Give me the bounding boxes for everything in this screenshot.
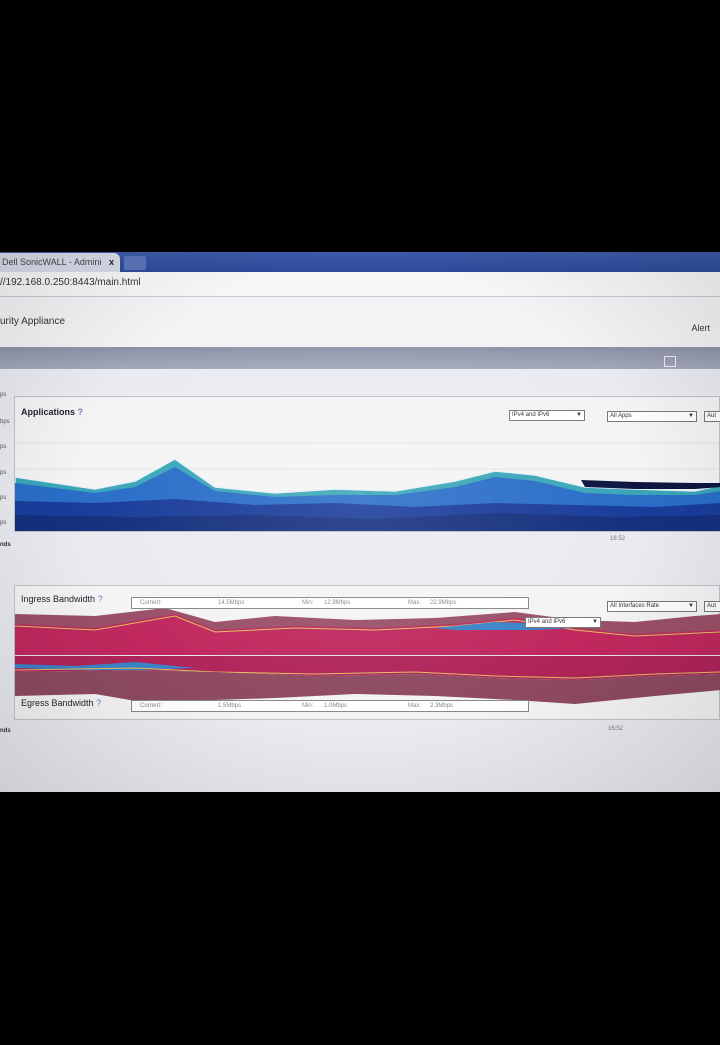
- auto-select[interactable]: Aut: [704, 601, 720, 612]
- time-unit-label: nds: [0, 728, 11, 734]
- bandwidth-panel: Ingress Bandwidth ? Current: 14.5Mbps Mi…: [14, 585, 720, 720]
- interface-select[interactable]: All Interfaces Rate ▼: [607, 601, 697, 612]
- popout-icon[interactable]: [664, 356, 676, 367]
- max-value: 2.3Mbps: [430, 703, 454, 709]
- apps-series-black: [581, 480, 720, 489]
- y-axis-label: bps: [0, 419, 10, 425]
- help-icon[interactable]: ?: [98, 594, 103, 604]
- y-axis-label: ps: [0, 520, 7, 526]
- current-value: 1.5Mbps: [218, 703, 242, 709]
- auto-select[interactable]: Aut: [704, 411, 720, 422]
- ip-version-select[interactable]: IPv4 and IPv6 ▼: [509, 410, 585, 421]
- y-axis-label: ps: [0, 444, 7, 450]
- help-icon[interactable]: ?: [96, 698, 101, 708]
- close-icon[interactable]: x: [109, 253, 114, 272]
- new-tab-button[interactable]: [124, 256, 146, 270]
- current-value: 14.5Mbps: [218, 600, 245, 606]
- egress-title: Egress Bandwidth ?: [21, 698, 102, 708]
- browser-tab-title: Dell SonicWALL - Admini: [2, 257, 102, 267]
- chevron-down-icon: ▼: [688, 603, 694, 609]
- browser-tab-bar: Dell SonicWALL - Admini x: [0, 252, 720, 272]
- max-value: 22.9Mbps: [430, 600, 457, 606]
- app-header: urity Appliance Alert: [0, 297, 720, 347]
- nav-bar: [0, 347, 720, 369]
- min-value: 12.9Mbps: [324, 600, 351, 606]
- url-text: //192.168.0.250:8443/main.html: [0, 277, 141, 288]
- applications-title: Applications ?: [21, 407, 84, 417]
- monitor-screen: Dell SonicWALL - Admini x //192.168.0.25…: [0, 252, 720, 792]
- y-axis-label: ps: [0, 470, 7, 476]
- ip-version-select[interactable]: IPv4 and IPv6 ▼: [525, 617, 601, 628]
- y-axis-label: ps: [0, 495, 7, 501]
- applications-area-chart: [15, 442, 720, 531]
- min-label: Min:: [302, 703, 314, 709]
- y-axis-label: ps: [0, 392, 7, 398]
- applications-panel: Applications ? IPv4 and IPv6 ▼ All Apps ▼ …: [14, 396, 720, 532]
- chevron-down-icon: ▼: [592, 619, 598, 625]
- apps-select[interactable]: All Apps ▼: [607, 411, 697, 422]
- min-label: Min:: [302, 600, 314, 606]
- x-axis-tick: 16:52: [610, 536, 626, 542]
- chevron-down-icon: ▼: [688, 413, 694, 419]
- help-icon[interactable]: ?: [78, 407, 84, 417]
- egress-stats-bar: Current: 1.5Mbps Min: 1.0Mbps Max: 2.3Mb…: [131, 700, 529, 712]
- min-value: 1.0Mbps: [324, 703, 348, 709]
- current-label: Current:: [140, 600, 162, 606]
- ingress-title: Ingress Bandwidth ?: [21, 594, 103, 604]
- chevron-down-icon: ▼: [576, 412, 582, 418]
- address-bar[interactable]: //192.168.0.250:8443/main.html: [0, 272, 720, 297]
- max-label: Max:: [408, 600, 422, 606]
- max-label: Max:: [408, 703, 422, 709]
- x-axis-tick: 16:52: [608, 726, 624, 732]
- current-label: Current:: [140, 703, 162, 709]
- bandwidth-area-chart: [15, 608, 720, 706]
- app-title: urity Appliance: [0, 316, 66, 327]
- alert-link[interactable]: Alert: [691, 323, 710, 333]
- browser-tab[interactable]: Dell SonicWALL - Admini x: [0, 253, 120, 272]
- ingress-stats-bar: Current: 14.5Mbps Min: 12.9Mbps Max: 22.…: [131, 597, 529, 609]
- time-unit-label: nds: [0, 542, 11, 548]
